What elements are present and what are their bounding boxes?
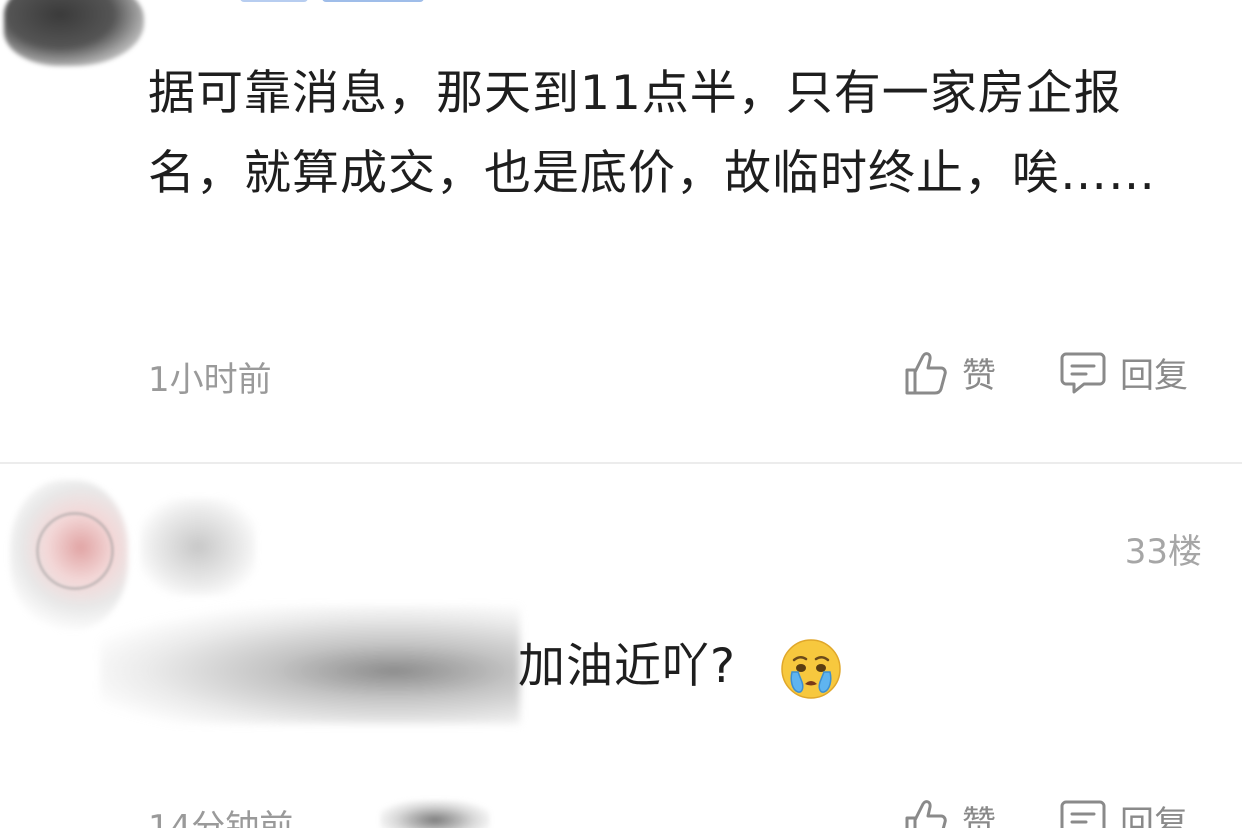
crying-face-icon [781, 639, 841, 699]
comment-text: 加油近吖? [518, 639, 736, 694]
like-label: 赞 [962, 356, 996, 396]
comment-time: 14分钟前 [148, 808, 294, 828]
reply-label: 回复 [1120, 804, 1188, 828]
user-badge [240, 0, 308, 2]
avatar[interactable] [36, 512, 114, 590]
like-label: 赞 [962, 804, 996, 828]
comment-bubble-icon [1060, 350, 1106, 396]
blurred-area [380, 800, 490, 828]
user-badge [322, 0, 424, 2]
like-button[interactable]: 赞 [904, 796, 996, 828]
comment-text: 据可靠消息，那天到11点半，只有一家房企报名，就算成交，也是底价，故临时终止，唉… [148, 66, 1156, 201]
reply-button[interactable]: 回复 [1060, 348, 1188, 397]
comment-bubble-icon [1060, 798, 1106, 828]
blurred-text [100, 606, 520, 724]
comment-divider [0, 462, 1242, 464]
thumbs-up-icon [904, 350, 948, 396]
like-button[interactable]: 赞 [904, 348, 996, 397]
blurred-username [140, 498, 256, 596]
reply-label: 回复 [1120, 356, 1188, 396]
floor-number: 33楼 [1124, 532, 1202, 572]
comment-thread: 据可靠消息，那天到11点半，只有一家房企报名，就算成交，也是底价，故临时终止，唉… [0, 0, 1242, 828]
thumbs-up-icon [904, 798, 948, 828]
reply-button[interactable]: 回复 [1060, 796, 1188, 828]
comment-time: 1小时前 [148, 360, 272, 400]
blurred-avatar [4, 0, 144, 66]
